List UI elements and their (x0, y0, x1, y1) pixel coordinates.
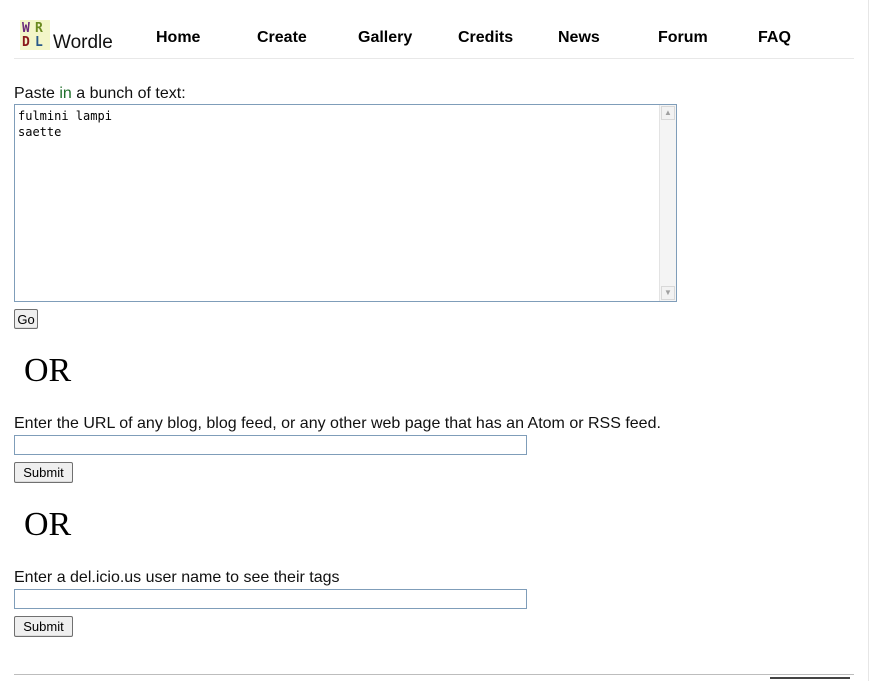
delicious-label: Enter a del.icio.us user name to see the… (14, 569, 340, 586)
url-submit-button[interactable]: Submit (14, 462, 73, 483)
paste-textarea[interactable]: fulmini lampi saette (15, 105, 660, 301)
logo-letter-l: L (35, 35, 43, 50)
logo-letter-d: D (22, 35, 30, 50)
delicious-submit-button[interactable]: Submit (14, 616, 73, 637)
nav-forum[interactable]: Forum (658, 29, 708, 47)
url-label: Enter the URL of any blog, blog feed, or… (14, 415, 661, 432)
nav-create[interactable]: Create (257, 29, 307, 47)
logo-letter-r: R (35, 21, 43, 36)
nav-credits[interactable]: Credits (458, 29, 513, 47)
nav-faq[interactable]: FAQ (758, 29, 791, 47)
nav-gallery[interactable]: Gallery (358, 29, 412, 47)
nav-news[interactable]: News (558, 29, 600, 47)
paste-text-box: fulmini lampi saette ▲ ▼ (14, 104, 677, 302)
footer-tab-edge (770, 677, 850, 679)
wordle-logo[interactable]: W R D L Wordle (18, 18, 128, 53)
textarea-scrollbar[interactable]: ▲ ▼ (659, 105, 676, 301)
paste-label-start: Paste (14, 85, 60, 102)
or-divider-2: OR (24, 506, 72, 543)
scroll-up-icon[interactable]: ▲ (661, 106, 675, 120)
site-header: W R D L Wordle Home Create Gallery Credi… (14, 14, 854, 59)
delicious-username-input[interactable] (14, 589, 527, 609)
paste-text-label: Paste in a bunch of text: (14, 85, 186, 103)
or-divider-1: OR (24, 352, 72, 389)
logo-text: Wordle (53, 32, 113, 53)
paste-label-end: a bunch of text: (71, 85, 186, 102)
logo-letter-w: W (22, 21, 30, 36)
page-edge-rule (868, 0, 869, 681)
paste-label-highlight: in (59, 85, 72, 102)
scroll-down-icon[interactable]: ▼ (661, 286, 675, 300)
footer-rule (14, 674, 854, 675)
wordle-logo-mark: W R D L (20, 20, 50, 50)
go-button[interactable]: Go (14, 309, 38, 329)
nav-home[interactable]: Home (156, 29, 200, 47)
url-input[interactable] (14, 435, 527, 455)
